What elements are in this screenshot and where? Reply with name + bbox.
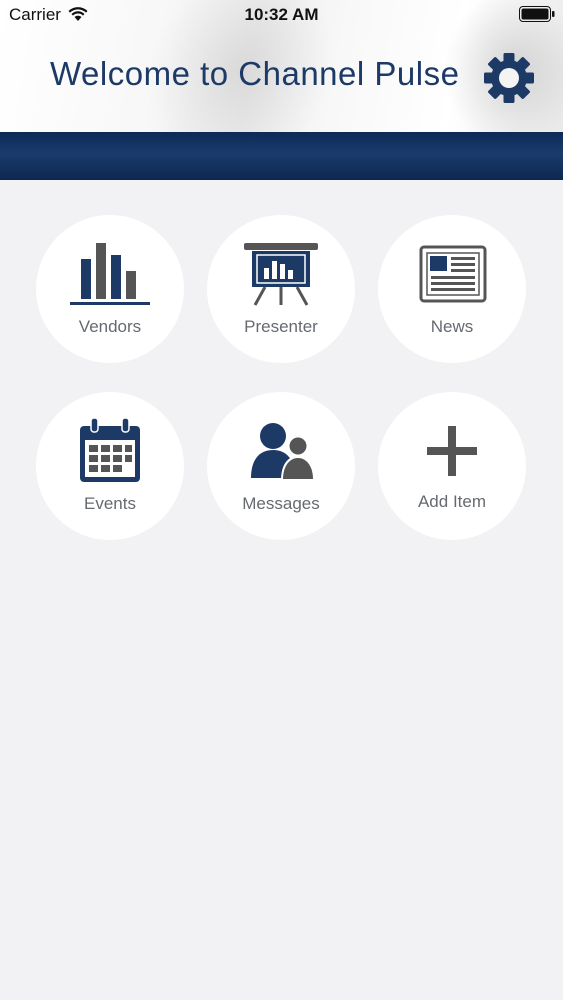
add-item-button[interactable]: Add Item [378, 392, 526, 540]
status-bar: Carrier 10:32 AM [0, 0, 563, 30]
messages-button[interactable]: Messages [207, 392, 355, 540]
vendors-label: Vendors [78, 317, 142, 336]
calendar-icon [80, 418, 140, 482]
page-title: Welcome to Channel Pulse [50, 55, 460, 92]
presentation-board-icon [244, 243, 318, 306]
add-item-label: Add Item [417, 492, 487, 511]
presenter-label: Presenter [244, 317, 318, 336]
news-button[interactable]: News [378, 215, 526, 363]
presenter-button[interactable]: Presenter [207, 215, 355, 363]
news-label: News [430, 317, 474, 336]
events-button[interactable]: Events [36, 392, 184, 540]
vendors-button[interactable]: Vendors [36, 215, 184, 363]
users-icon [251, 423, 315, 480]
messages-label: Messages [242, 494, 320, 513]
events-label: Events [84, 494, 136, 513]
plus-icon [427, 426, 477, 476]
battery-icon [519, 6, 555, 22]
bar-chart-icon [70, 243, 150, 305]
header-band [0, 132, 563, 180]
status-time: 10:32 AM [244, 5, 319, 24]
gear-icon[interactable] [483, 52, 535, 104]
newspaper-icon [419, 245, 487, 303]
